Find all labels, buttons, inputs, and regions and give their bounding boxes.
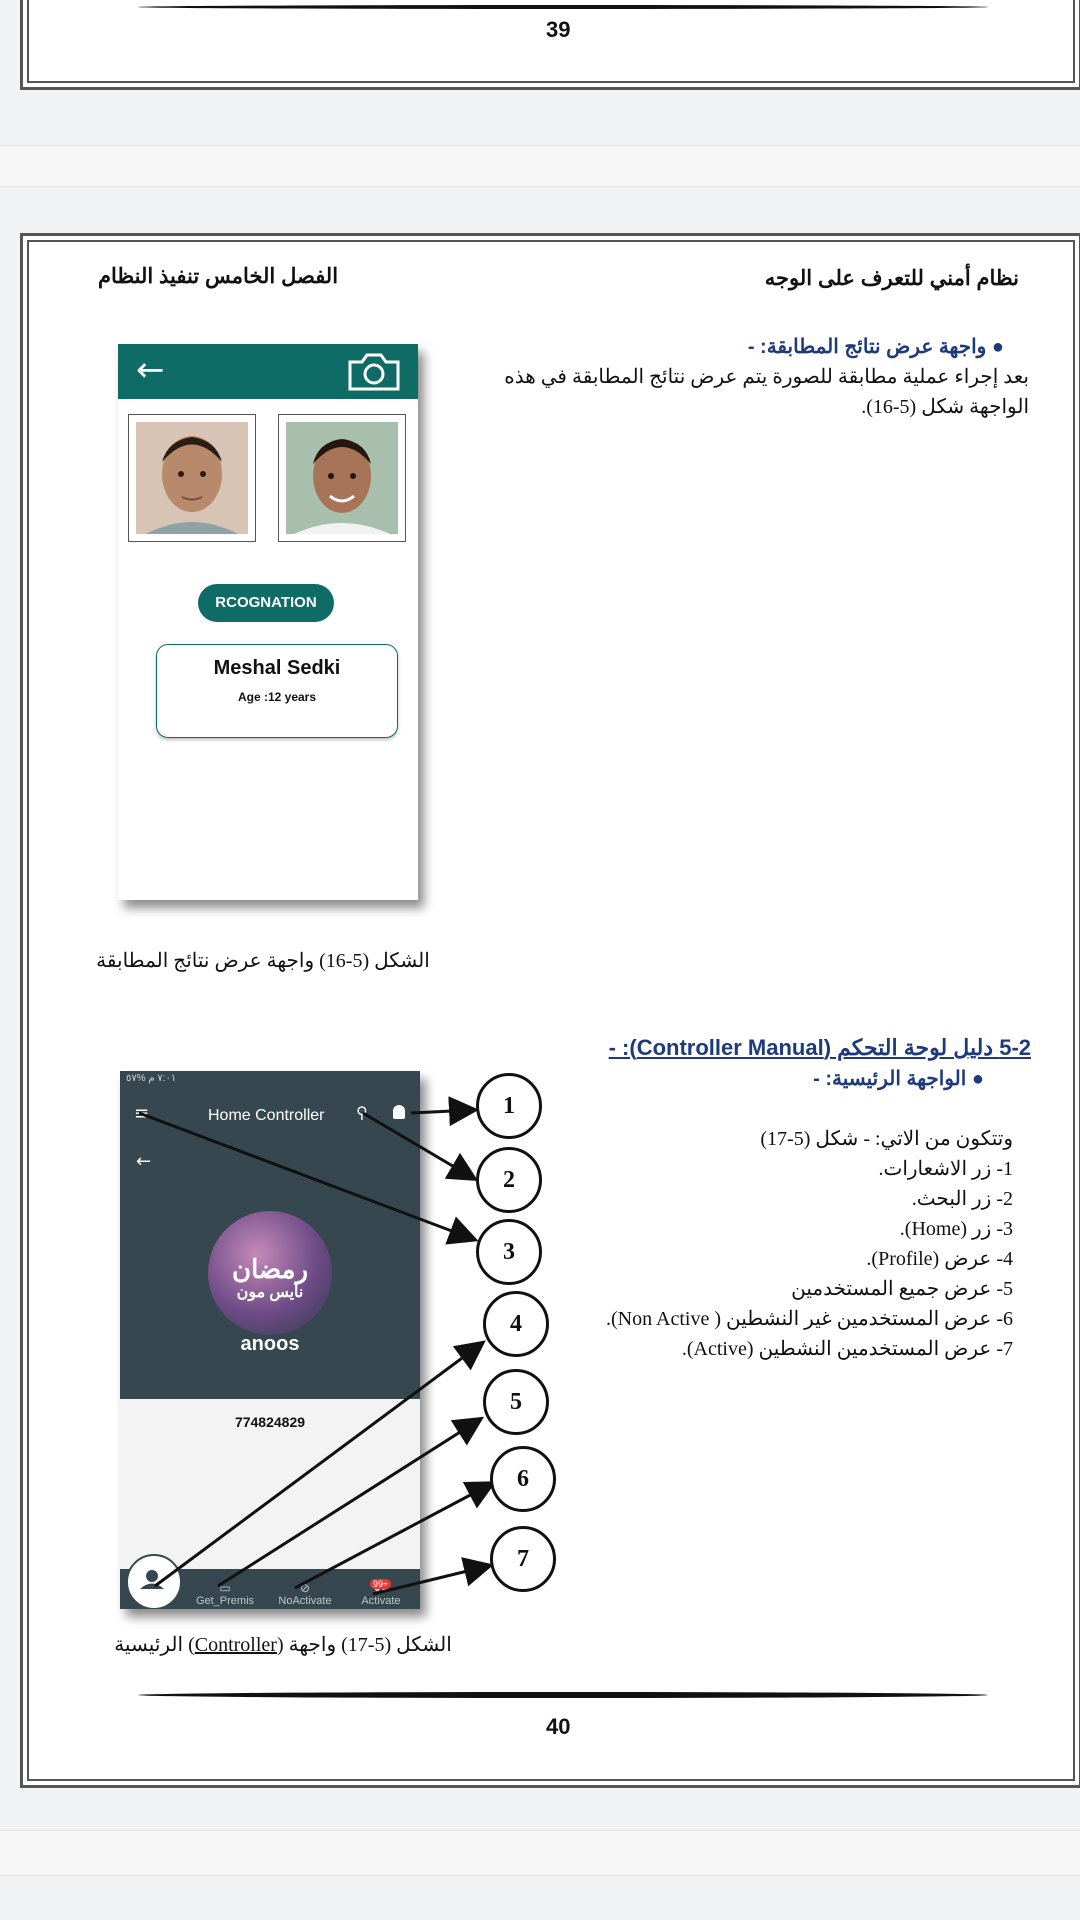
arrow-1: [410, 1096, 479, 1127]
callout-7: 7: [490, 1526, 556, 1592]
page-number: 40: [546, 1714, 571, 1739]
callout-4: 4: [483, 1291, 549, 1357]
arrow-7: [372, 1557, 494, 1596]
callout-2: 2: [476, 1147, 542, 1213]
page-39: 39: [20, 0, 1080, 90]
caption-controller: Controller: [194, 1634, 277, 1656]
arrow-2: [362, 1111, 479, 1182]
figure17-caption: الشكل (5-17) واجهة (Controller) الرئيسية: [114, 1634, 452, 1656]
callout-3: 3: [476, 1219, 542, 1285]
callout-1: 1: [476, 1073, 542, 1139]
arrow-3: [138, 1111, 479, 1245]
arrow-4: [154, 1340, 486, 1588]
callout-5: 5: [483, 1369, 549, 1435]
footer-rule: [138, 5, 988, 9]
callout-6: 6: [490, 1446, 556, 1512]
page-gap: [0, 1830, 1080, 1876]
page-gap: [0, 145, 1080, 187]
page-40: نظام أمني للتعرف على الوجه الفصل الخامس …: [20, 233, 1080, 1788]
footer-rule: [138, 1692, 988, 1698]
page-number: 39: [546, 17, 571, 42]
